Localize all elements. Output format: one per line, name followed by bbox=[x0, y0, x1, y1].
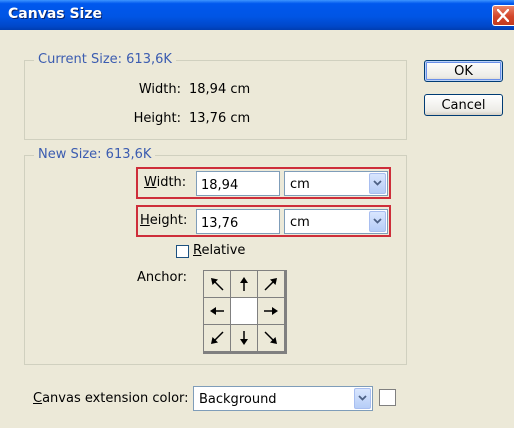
width-unit-value: cm bbox=[290, 177, 310, 192]
extension-color-swatch[interactable] bbox=[379, 389, 396, 406]
height-unit-value: cm bbox=[290, 215, 310, 230]
extension-color-label-rest: anvas extension color: bbox=[42, 391, 189, 406]
current-width-label: Width: bbox=[138, 82, 181, 97]
current-height-label: Height: bbox=[133, 111, 181, 126]
arrow-down-left-icon bbox=[211, 331, 224, 344]
relative-checkbox[interactable] bbox=[176, 245, 189, 258]
new-width-label-rest: idth: bbox=[156, 175, 187, 190]
extension-color-select[interactable]: Background bbox=[193, 386, 373, 411]
close-button[interactable] bbox=[492, 5, 514, 26]
arrow-down-right-icon bbox=[264, 331, 277, 344]
anchor-top-right[interactable] bbox=[258, 271, 284, 297]
current-size-legend: Current Size: 613,6K bbox=[34, 52, 176, 67]
width-unit-dropdown-button[interactable] bbox=[369, 173, 386, 194]
anchor-grid bbox=[203, 270, 287, 354]
anchor-center[interactable] bbox=[231, 298, 257, 324]
arrow-right-icon bbox=[264, 307, 278, 315]
anchor-bottom-right[interactable] bbox=[258, 325, 284, 351]
anchor-left[interactable] bbox=[204, 298, 230, 324]
extension-color-value: Background bbox=[199, 392, 277, 407]
new-height-label-mnemonic: H bbox=[140, 213, 150, 228]
new-width-input[interactable] bbox=[196, 171, 280, 196]
arrow-up-right-icon bbox=[264, 278, 277, 291]
chevron-down-icon bbox=[373, 180, 382, 186]
current-width-value: 18,94 cm bbox=[189, 82, 251, 97]
new-height-input[interactable] bbox=[196, 209, 280, 234]
ok-label: OK bbox=[454, 63, 473, 79]
extension-color-label: Canvas extension color: bbox=[33, 391, 189, 406]
chevron-down-icon bbox=[358, 395, 367, 401]
cancel-button[interactable]: Cancel bbox=[424, 94, 503, 116]
cancel-label: Cancel bbox=[441, 97, 486, 113]
current-size-group bbox=[24, 60, 407, 140]
arrow-up-left-icon bbox=[211, 278, 224, 291]
new-size-legend: New Size: 613,6K bbox=[34, 147, 156, 162]
anchor-bottom-left[interactable] bbox=[204, 325, 230, 351]
width-unit-select[interactable]: cm bbox=[284, 171, 388, 196]
anchor-label: Anchor: bbox=[137, 270, 187, 285]
arrow-down-icon bbox=[240, 331, 248, 345]
new-width-label: Width: bbox=[144, 175, 186, 190]
anchor-top-left[interactable] bbox=[204, 271, 230, 297]
title-bar: Canvas Size bbox=[0, 0, 514, 30]
arrow-left-icon bbox=[210, 307, 224, 315]
anchor-bottom[interactable] bbox=[231, 325, 257, 351]
arrow-up-icon bbox=[240, 277, 248, 291]
new-width-label-mnemonic: W bbox=[144, 175, 157, 190]
ok-button[interactable]: OK bbox=[424, 60, 503, 82]
new-height-label-rest: eight: bbox=[149, 213, 188, 228]
height-unit-dropdown-button[interactable] bbox=[369, 211, 386, 232]
extension-color-label-mnemonic: C bbox=[33, 391, 43, 406]
new-height-label: Height: bbox=[140, 213, 187, 228]
height-unit-select[interactable]: cm bbox=[284, 209, 388, 234]
relative-label-rest: elative bbox=[201, 243, 246, 258]
extension-color-dropdown-button[interactable] bbox=[354, 388, 371, 409]
relative-label: Relative bbox=[193, 243, 245, 258]
chevron-down-icon bbox=[373, 218, 382, 224]
anchor-top[interactable] bbox=[231, 271, 257, 297]
current-height-value: 13,76 cm bbox=[189, 111, 251, 126]
anchor-right[interactable] bbox=[258, 298, 284, 324]
window-title: Canvas Size bbox=[8, 6, 102, 22]
